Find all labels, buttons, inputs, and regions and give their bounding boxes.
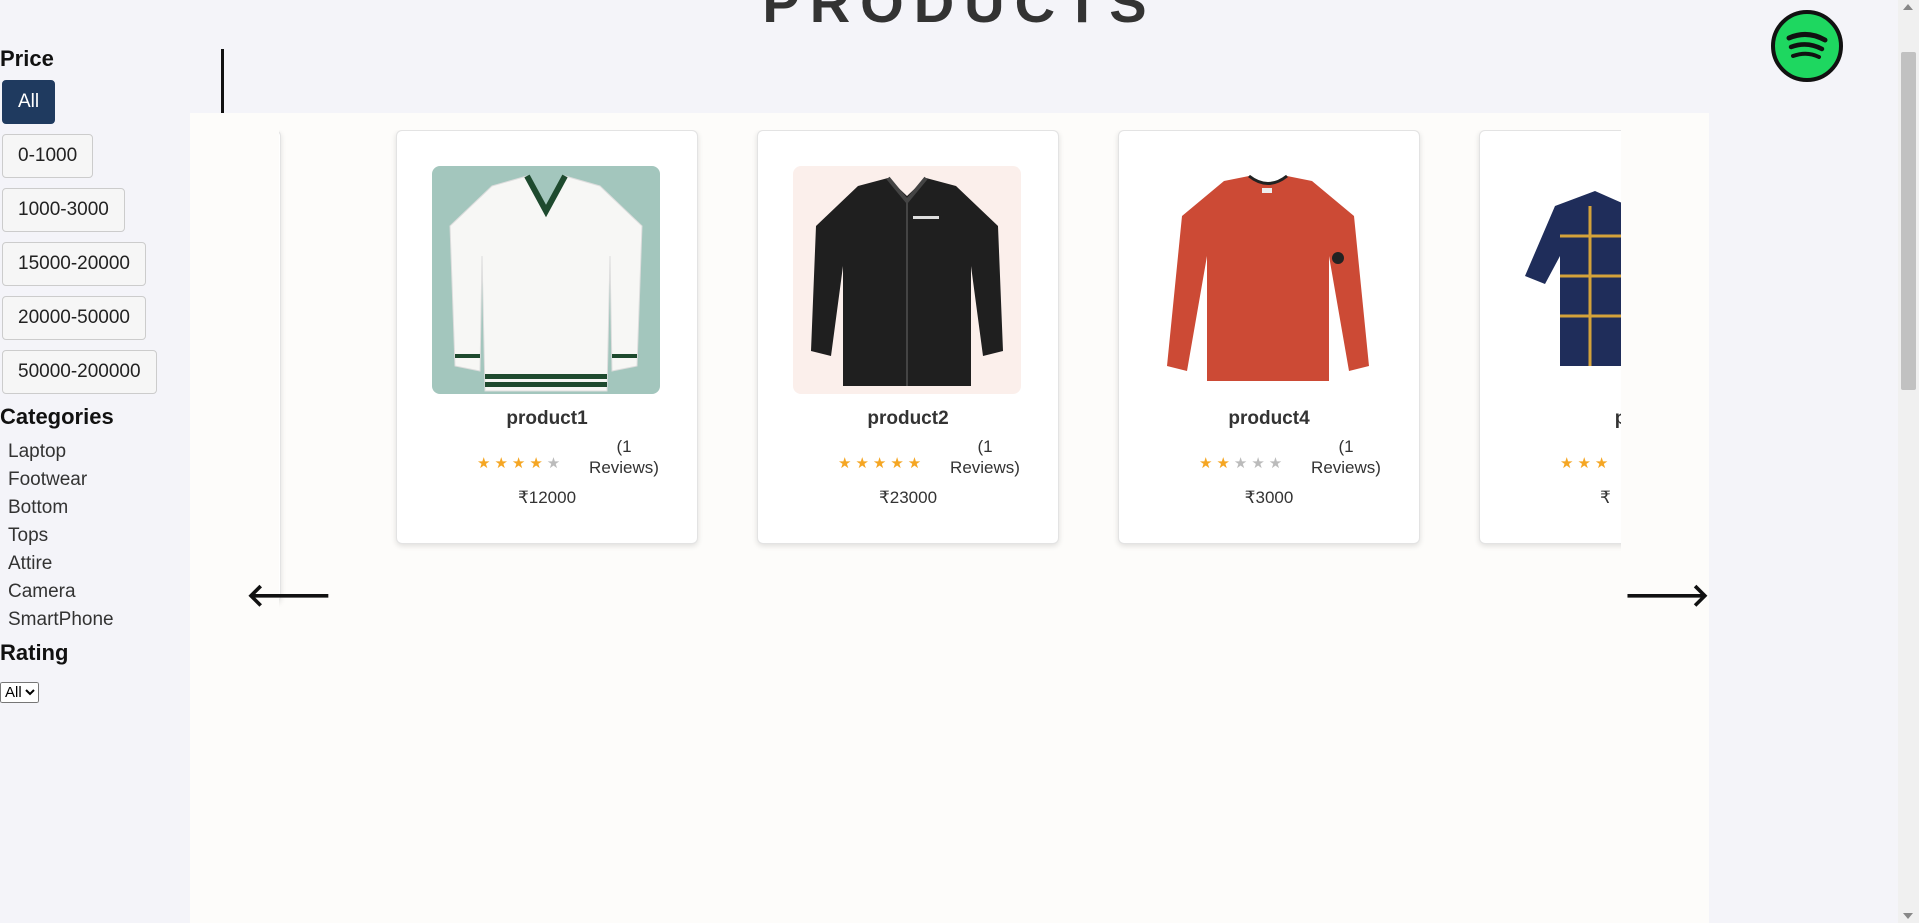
product-reviews: (1 Reviews) — [589, 437, 659, 477]
category-smartphone[interactable]: SmartPhone — [0, 606, 222, 634]
red-sweater-image — [1167, 174, 1369, 381]
scroll-thumb[interactable] — [1901, 52, 1916, 390]
product-card[interactable]: s) — [279, 130, 281, 602]
scroll-up-icon[interactable] — [1903, 4, 1913, 10]
price-filter-20000-50000[interactable]: 20000-50000 — [2, 296, 146, 340]
arrow-left-icon[interactable]: 🡐 — [246, 575, 332, 614]
price-filter-15000-20000[interactable]: 15000-20000 — [2, 242, 146, 286]
page-scrollbar[interactable] — [1898, 0, 1919, 923]
rating-select[interactable]: All — [0, 682, 39, 703]
arrow-right-icon[interactable]: 🡒 — [1624, 575, 1710, 614]
product-image — [793, 166, 1021, 394]
price-title: Price — [0, 46, 54, 71]
product-carousel: s) product1 ★★★★★ (1 Reviews) ₹12000 — [279, 130, 1621, 610]
product-image — [1515, 166, 1621, 394]
jacket-image — [811, 176, 1003, 386]
product-name: product1 — [506, 408, 588, 429]
product-image — [432, 166, 660, 394]
spotify-waves-icon — [1786, 32, 1828, 59]
category-laptop[interactable]: Laptop — [0, 438, 222, 466]
product-price: ₹23000 — [878, 488, 938, 507]
filter-sidebar: Price All 0-1000 1000-3000 15000-20000 2… — [0, 46, 222, 703]
product-price: ₹ — [1600, 488, 1611, 507]
product-rating: ★★★★★ (1 Reviews) — [477, 436, 667, 477]
rating-title: Rating — [0, 640, 69, 665]
product-rating: ★★★ — [1560, 436, 1621, 476]
category-list: Laptop Footwear Bottom Tops Attire Camer… — [0, 438, 222, 634]
price-filter-0-1000[interactable]: 0-1000 — [2, 134, 94, 178]
product-price: ₹3000 — [1244, 488, 1294, 507]
product-image — [1154, 166, 1382, 394]
product-name: product2 — [867, 408, 949, 429]
price-filter-50000-200000[interactable]: 50000-200000 — [2, 350, 157, 394]
page-title: PRODUCTS — [762, 0, 1157, 34]
rating-stars: ★★★ — [1560, 455, 1613, 472]
price-filter-all[interactable]: All — [2, 80, 56, 124]
price-filter-1000-3000[interactable]: 1000-3000 — [2, 188, 125, 232]
product-card[interactable]: product2 ★★★★★ (1 Reviews) ₹23000 — [757, 130, 1059, 544]
product-reviews: (1 Reviews) — [1311, 437, 1381, 477]
rating-stars: ★★★★★ — [1199, 455, 1287, 472]
category-footwear[interactable]: Footwear — [0, 466, 222, 494]
category-tops[interactable]: Tops — [0, 522, 222, 550]
product-card[interactable]: product4 ★★★★★ (1 Reviews) ₹3000 — [1118, 130, 1420, 544]
product-reviews: (1 Reviews) — [950, 437, 1020, 477]
product-name: pro — [1614, 408, 1621, 429]
price-filter-list: All 0-1000 1000-3000 15000-20000 20000-5… — [0, 80, 222, 404]
scroll-down-icon[interactable] — [1903, 913, 1913, 919]
category-bottom[interactable]: Bottom — [0, 494, 222, 522]
plaid-shirt-image — [1525, 191, 1621, 366]
categories-title: Categories — [0, 404, 114, 429]
product-card[interactable]: product1 ★★★★★ (1 Reviews) ₹12000 — [396, 130, 698, 544]
rating-stars: ★★★★★ — [838, 455, 926, 472]
sweater-image — [449, 174, 643, 392]
product-rating: ★★★★★ (1 Reviews) — [838, 436, 1028, 477]
product-card[interactable]: pro ★★★ ₹ — [1479, 130, 1621, 544]
category-attire[interactable]: Attire — [0, 550, 222, 578]
product-name: product4 — [1228, 408, 1310, 429]
product-price: ₹12000 — [517, 488, 577, 507]
spotify-icon[interactable] — [1771, 10, 1843, 82]
product-rating: ★★★★★ (1 Reviews) — [1199, 436, 1389, 477]
category-camera[interactable]: Camera — [0, 578, 222, 606]
product-reviews: s) — [279, 515, 280, 535]
rating-stars: ★★★★★ — [477, 455, 565, 472]
